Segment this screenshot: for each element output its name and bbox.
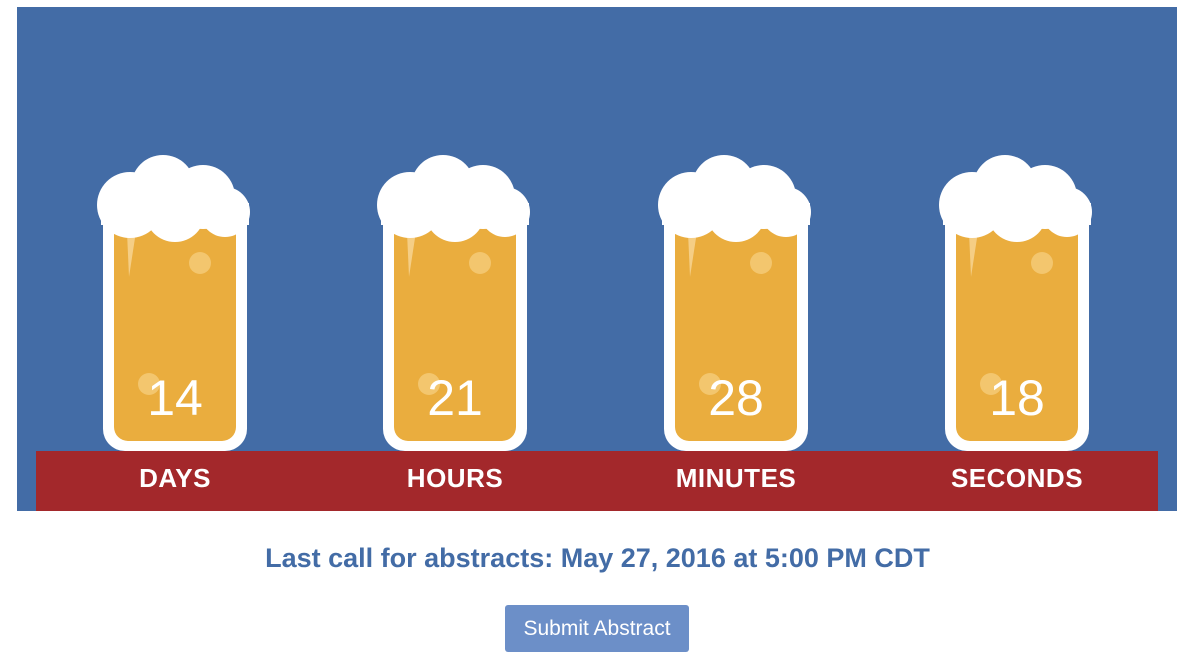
countdown-label-seconds: SECONDS	[950, 463, 1084, 493]
countdown-label-days: DAYS	[139, 463, 211, 493]
beer-foam-icon	[658, 155, 811, 242]
beer-foam-icon	[377, 155, 530, 242]
beer-glass-days: 14	[97, 155, 250, 451]
bubble	[1031, 252, 1053, 274]
beer-glass-seconds: 18	[939, 155, 1092, 451]
countdown-value-seconds: 18	[989, 370, 1045, 426]
bubble	[469, 252, 491, 274]
countdown-glasses: 14 21 28 18	[97, 155, 1092, 451]
unit-label-bar: DAYS HOURS MINUTES SECONDS	[36, 451, 1158, 511]
bubble	[189, 252, 211, 274]
countdown-panel: 14 21 28 18 DAYS HOURS MINUTES SECONDS	[17, 7, 1177, 511]
countdown-value-days: 14	[147, 370, 203, 426]
beer-foam-icon	[939, 155, 1092, 242]
beer-glass-hours: 21	[377, 155, 530, 451]
countdown-value-hours: 21	[427, 370, 483, 426]
bubble	[750, 252, 772, 274]
beer-glass-minutes: 28	[658, 155, 811, 451]
submit-abstract-button[interactable]: Submit Abstract	[505, 605, 689, 652]
countdown-label-hours: HOURS	[406, 463, 504, 493]
countdown-value-minutes: 28	[708, 370, 764, 426]
beer-foam-icon	[97, 155, 250, 242]
deadline-text: Last call for abstracts: May 27, 2016 at…	[265, 543, 930, 573]
countdown-label-minutes: MINUTES	[675, 463, 797, 493]
